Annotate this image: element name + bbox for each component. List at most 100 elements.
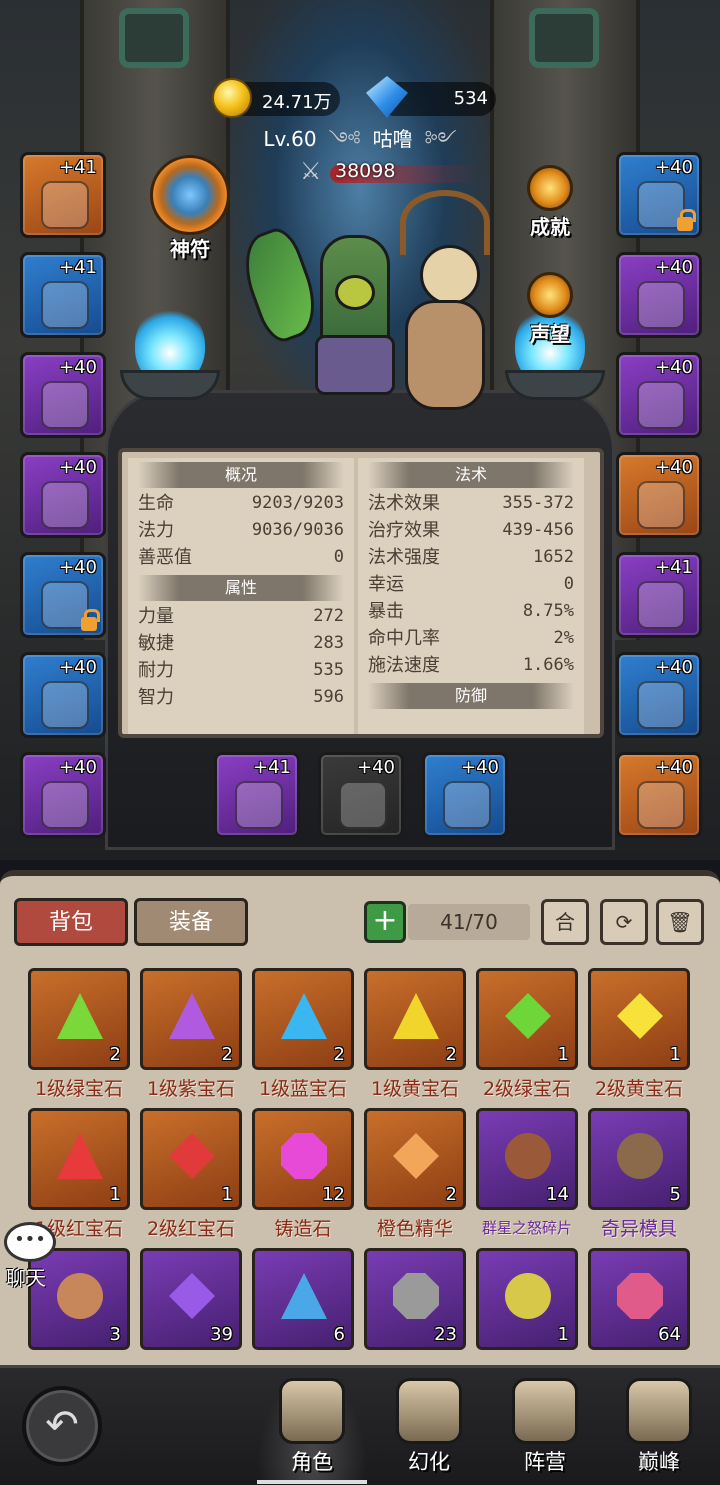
- shell-icon: [527, 272, 573, 318]
- chat-label: 聊天: [6, 1266, 46, 1290]
- refresh-icon: ⟳: [615, 910, 633, 934]
- item-count: 39: [210, 1324, 233, 1345]
- item-name: 1级蓝宝石: [258, 1078, 348, 1100]
- chat-bubble-icon: •••: [14, 1229, 46, 1250]
- left-slots-slot[interactable]: +40: [20, 652, 106, 738]
- delete-button[interactable]: 🗑: [656, 899, 704, 945]
- reputation-button[interactable]: 声望: [515, 272, 585, 347]
- slot-level: +40: [655, 257, 693, 278]
- inventory-item[interactable]: 2: [364, 1108, 466, 1210]
- tab-equipment[interactable]: 装备: [134, 898, 248, 946]
- expand-bag-button[interactable]: +: [364, 901, 406, 943]
- right-slots-slot[interactable]: +41: [616, 552, 702, 638]
- stat-label: 善恶值: [138, 547, 192, 568]
- item-count: 1: [109, 1184, 121, 1205]
- item-icon: [57, 993, 103, 1039]
- mask-icon: [396, 1378, 462, 1444]
- stat-value: 283: [313, 633, 344, 653]
- diamond-amount: 534: [453, 88, 488, 109]
- stat-value: 272: [313, 606, 344, 626]
- item-name: 铸造石: [274, 1218, 332, 1240]
- inventory-item[interactable]: 64: [588, 1248, 690, 1350]
- right-slots-slot[interactable]: +40: [616, 152, 702, 238]
- staff-icon: [443, 781, 491, 829]
- stats-panel[interactable]: 概况 生命 9203/9203 法力 9036/9036 善恶值 0 属性 力量 272 敏捷…: [118, 448, 604, 738]
- right-slots-slot[interactable]: +40: [616, 652, 702, 738]
- right-slots-slot[interactable]: +40: [616, 452, 702, 538]
- bottom-nav: ↶ 角色 幻化 阵营 巅峰: [0, 1365, 720, 1485]
- stat-value: 1652: [533, 547, 574, 567]
- amulet-chain-icon: [637, 781, 685, 829]
- inventory-item[interactable]: 39: [140, 1248, 242, 1350]
- inventory-item[interactable]: 1: [140, 1108, 242, 1210]
- stat-label: 法力: [138, 520, 174, 541]
- back-button[interactable]: ↶: [22, 1386, 102, 1466]
- pickaxe-icon: [235, 781, 283, 829]
- inventory-item[interactable]: 1: [476, 1248, 578, 1350]
- amulet-button[interactable]: 神符: [145, 155, 235, 261]
- weapon-slots-slot[interactable]: +40: [318, 752, 404, 838]
- player-level: Lv.60: [263, 127, 317, 151]
- inventory-item[interactable]: 1: [28, 1108, 130, 1210]
- chat-button[interactable]: •••: [4, 1222, 56, 1262]
- nav-item[interactable]: 角色: [257, 1374, 367, 1484]
- pendant-icon: [637, 681, 685, 729]
- item-count: 2: [221, 1044, 233, 1065]
- nav-item[interactable]: 阵营: [490, 1374, 600, 1484]
- inventory-item[interactable]: 2: [364, 968, 466, 1070]
- item-icon: [505, 1273, 551, 1319]
- sort-button[interactable]: ⟳: [600, 899, 648, 945]
- inventory-item[interactable]: 6: [252, 1248, 354, 1350]
- inventory-item[interactable]: 2: [140, 968, 242, 1070]
- hero-character[interactable]: [300, 225, 410, 425]
- overview-header: 概况: [138, 462, 344, 488]
- slot-level: +41: [253, 757, 291, 778]
- item-name: 2级绿宝石: [482, 1078, 572, 1100]
- stat-row: 施法速度 1.66%: [358, 652, 584, 679]
- right-slots-slot[interactable]: +40: [616, 352, 702, 438]
- right-slots-slot[interactable]: +40: [616, 252, 702, 338]
- item-count: 12: [322, 1184, 345, 1205]
- stat-label: 治疗效果: [368, 520, 440, 541]
- stat-value: 535: [313, 660, 344, 680]
- left-slots-slot[interactable]: +40: [20, 452, 106, 538]
- inventory-item[interactable]: 12: [252, 1108, 354, 1210]
- item-count: 2: [333, 1044, 345, 1065]
- tab-bag[interactable]: 背包: [14, 898, 128, 946]
- merge-button[interactable]: 合: [541, 899, 589, 945]
- slot-level: +40: [655, 457, 693, 478]
- stat-label: 暴击: [368, 601, 404, 622]
- inventory-item[interactable]: 2: [252, 968, 354, 1070]
- inventory-item[interactable]: 14: [476, 1108, 578, 1210]
- nav-item[interactable]: 巅峰: [604, 1374, 714, 1484]
- inventory-item[interactable]: 1: [588, 968, 690, 1070]
- weapon-slots-slot[interactable]: +41: [214, 752, 300, 838]
- achievement-button[interactable]: 成就: [515, 165, 585, 240]
- left-slots-slot[interactable]: +41: [20, 152, 106, 238]
- stats-right-column: 法术 法术效果 355-372 治疗效果 439-456 法术强度 1652 幸运 0 暴击 8.…: [358, 458, 584, 734]
- stat-row: 智力 596: [128, 684, 354, 711]
- left-slots-slot[interactable]: +40: [20, 552, 106, 638]
- inventory-item[interactable]: 2: [28, 968, 130, 1070]
- weapon-slots-slot[interactable]: +40: [422, 752, 508, 838]
- left-slots-slot[interactable]: +40: [20, 352, 106, 438]
- inventory-item[interactable]: 5: [588, 1108, 690, 1210]
- nav-item[interactable]: 幻化: [374, 1374, 484, 1484]
- right-slots-slot[interactable]: +40: [616, 752, 702, 838]
- nav-label: 巅峰: [638, 1450, 680, 1474]
- inventory-item[interactable]: 23: [364, 1248, 466, 1350]
- inventory-item[interactable]: 1: [476, 968, 578, 1070]
- left-slots-slot[interactable]: +40: [20, 752, 106, 838]
- slot-level: +41: [655, 557, 693, 578]
- item-icon: [57, 1133, 103, 1179]
- stat-row: 法术强度 1652: [358, 544, 584, 571]
- castle-icon: [512, 1378, 578, 1444]
- stat-label: 敏捷: [138, 633, 174, 654]
- item-count: 23: [434, 1324, 457, 1345]
- slot-level: +41: [59, 257, 97, 278]
- left-slots-slot[interactable]: +41: [20, 252, 106, 338]
- item-icon: [169, 1273, 215, 1319]
- item-count: 64: [658, 1324, 681, 1345]
- slot-level: +40: [655, 657, 693, 678]
- deer-pet[interactable]: [395, 190, 495, 420]
